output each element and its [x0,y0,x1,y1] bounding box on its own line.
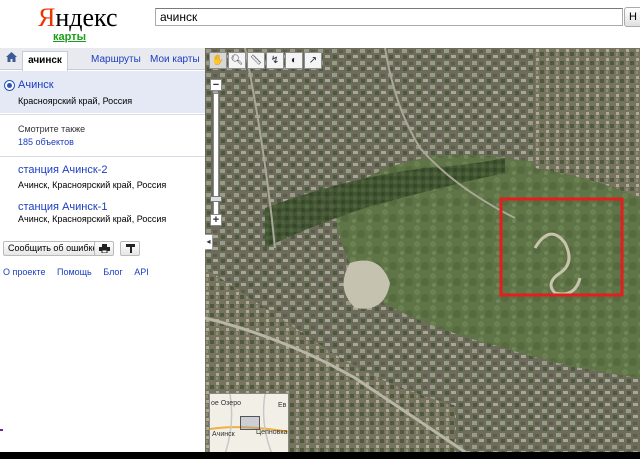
result-subtitle: Красноярский край, Россия [18,96,133,106]
tab-my-maps[interactable]: Мои карты [150,54,200,65]
flag-button[interactable] [120,241,140,256]
sidebar: ачинск Маршруты Мои карты Ачинск Красноя… [0,48,205,452]
result-station-2-subtitle: Ачинск, Красноярский край, Россия [18,180,167,190]
collapse-panel-button[interactable]: ◂ [205,234,213,250]
footer-blog-link[interactable]: Блог [103,267,122,277]
home-icon[interactable] [0,48,22,70]
radio-selected-icon[interactable] [4,80,15,91]
footer-links: О проекте Помощь Блог API [3,267,158,277]
header: Яндекс карты ачинск Н [0,0,640,48]
printer-icon [98,244,110,254]
magnifier-icon[interactable]: 🔍︎ [228,52,246,69]
tab-search-result[interactable]: ачинск [22,51,68,71]
satellite-map[interactable]: ✋ 🔍︎ 📏︎ ↯ ◐ ↗ − + ое Озеро Ачинск Цепнов… [205,48,640,452]
result-station-1-subtitle: Ачинск, Красноярский край, Россия [18,214,167,224]
result-station-2[interactable]: станция Ачинск-2 [18,164,107,176]
footer-about-link[interactable]: О проекте [3,267,45,277]
result-selected[interactable]: Ачинск Красноярский край, Россия [0,71,205,113]
satellite-imagery [205,48,640,452]
minimap-viewport[interactable] [240,416,260,430]
minimap-label: Ачинск [212,431,235,438]
ruler-icon[interactable]: 📏︎ [247,52,265,69]
search-button[interactable]: Н [624,7,640,27]
decorative-mark [0,429,3,431]
route-icon[interactable]: ↯ [266,52,284,69]
report-error-button[interactable]: Сообщить об ошибке [3,241,103,256]
bottom-border [0,452,640,459]
flag-icon [125,244,135,253]
minimap-label: Ев [278,402,287,409]
see-also-count-link[interactable]: 185 объектов [18,137,74,147]
minimap-label: ое Озеро [211,400,241,407]
divider [0,156,205,157]
footer-api-link[interactable]: API [134,267,149,277]
print-button[interactable] [94,241,114,256]
sidebar-tabs: ачинск Маршруты Мои карты [0,48,205,71]
search-input[interactable]: ачинск [155,8,623,26]
zoom-in-icon[interactable]: + [210,214,222,226]
minimap-label: Цепновка [256,429,288,436]
result-station-1[interactable]: станция Ачинск-1 [18,201,107,213]
map-toolbar: ✋ 🔍︎ 📏︎ ↯ ◐ ↗ [209,52,323,69]
arrow-icon[interactable]: ↗ [304,52,322,69]
result-title[interactable]: Ачинск [18,79,54,91]
service-link-maps[interactable]: карты [53,31,86,43]
yandex-logo[interactable]: Яндекс [38,3,118,33]
traffic-icon[interactable]: ◐ [285,52,303,69]
tab-routes[interactable]: Маршруты [91,54,141,65]
footer-help-link[interactable]: Помощь [57,267,92,277]
zoom-slider-thumb[interactable] [210,196,222,202]
zoom-out-icon[interactable]: − [210,79,222,91]
divider [0,114,205,115]
overview-minimap[interactable]: ое Озеро Ачинск Цепновка Ев [209,393,289,452]
see-also-label: Смотрите также [18,124,86,134]
hand-icon[interactable]: ✋ [209,52,227,69]
